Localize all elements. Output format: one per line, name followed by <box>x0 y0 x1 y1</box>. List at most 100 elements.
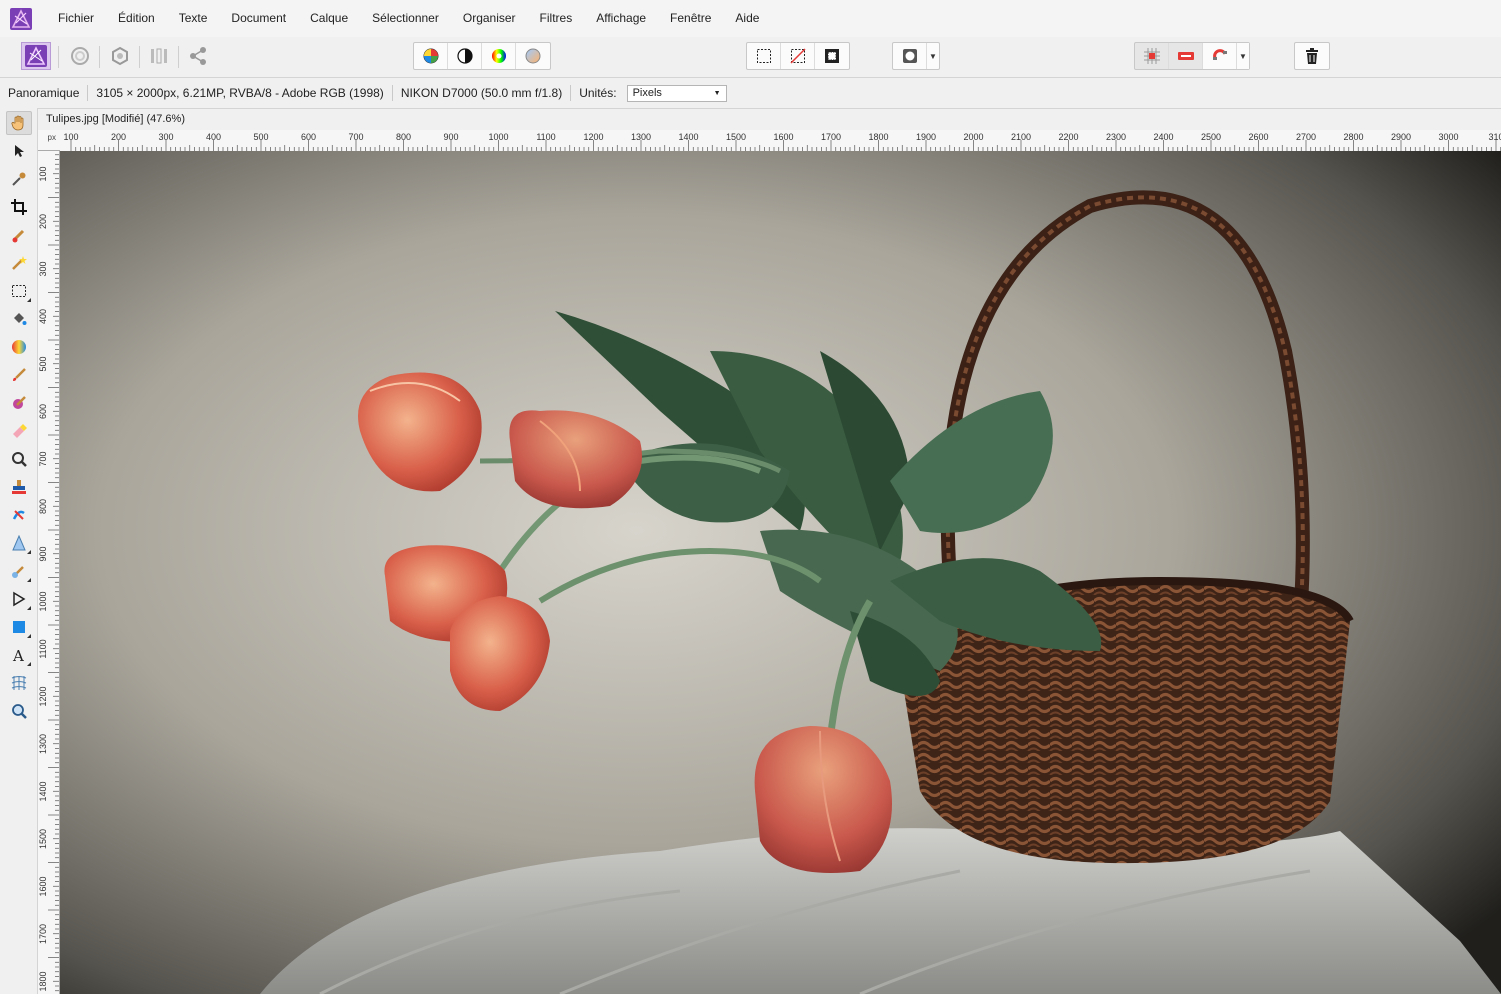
snapping-button[interactable] <box>1135 43 1169 69</box>
auto-levels-button[interactable] <box>414 43 448 69</box>
photo-persona-button[interactable] <box>21 42 51 70</box>
ruler-h-label: 2000 <box>963 132 983 142</box>
horizontal-ruler[interactable]: 100 200 300 400 500 600 700 800 900 1000 1100 1200 1… <box>60 130 1501 152</box>
pen-icon <box>13 591 26 607</box>
menu-affichage[interactable]: Affichage <box>584 0 658 37</box>
vertical-ruler[interactable]: 100 200 300 400 500 600 700 800 900 1000 1100 1200 1… <box>38 151 60 994</box>
develop-persona-button[interactable] <box>105 42 135 70</box>
ruler-v-label: 1200 <box>38 686 48 706</box>
ruler-v-label: 1700 <box>38 924 48 944</box>
tool-shape[interactable] <box>6 615 32 639</box>
tool-flood-fill[interactable] <box>6 307 32 331</box>
tool-move[interactable] <box>6 139 32 163</box>
menu-calque[interactable]: Calque <box>298 0 360 37</box>
tool-rectangle-marquee[interactable] <box>6 279 32 303</box>
ruler-h-label: 1800 <box>868 132 888 142</box>
flood-fill-icon <box>14 313 27 325</box>
document-canvas[interactable] <box>60 151 1501 994</box>
mesh-warp-icon <box>11 676 27 690</box>
menu-fenetre[interactable]: Fenêtre <box>658 0 723 37</box>
rectangle-marquee-icon <box>12 285 26 297</box>
quick-mask-icon <box>902 49 917 63</box>
quick-mask-dropdown[interactable]: ▼ <box>927 43 939 69</box>
auto-white-balance-button[interactable] <box>516 43 550 69</box>
toolbar-separator <box>58 46 59 68</box>
menu-edition[interactable]: Édition <box>106 0 167 37</box>
tool-clone-stamp[interactable] <box>6 475 32 499</box>
gradient-icon <box>12 340 26 354</box>
photo-tulips-in-basket <box>60 151 1501 994</box>
menu-selectionner[interactable]: Sélectionner <box>360 0 451 37</box>
ruler-h-label: 400 <box>206 132 221 142</box>
tool-blemish[interactable] <box>6 503 32 527</box>
tool-paint-brush[interactable] <box>6 363 32 387</box>
magnet-button[interactable] <box>1203 43 1237 69</box>
zoom-icon <box>12 704 27 719</box>
tool-sharpen[interactable] <box>6 531 32 555</box>
crop-icon <box>11 199 27 215</box>
ruler-h-label: 2300 <box>1106 132 1126 142</box>
menu-document[interactable]: Document <box>219 0 298 37</box>
liquify-persona-button[interactable] <box>65 42 95 70</box>
delete-button[interactable] <box>1295 43 1329 69</box>
photo-persona-icon <box>25 45 47 67</box>
auto-contrast-icon <box>456 48 473 64</box>
ruler-v-label: 300 <box>38 261 48 276</box>
export-persona-button[interactable] <box>183 42 213 70</box>
invert-selection-button[interactable] <box>815 43 849 69</box>
ruler-v-label: 500 <box>38 356 48 371</box>
auto-colors-button[interactable] <box>482 43 516 69</box>
tool-pen[interactable] <box>6 587 32 611</box>
menu-fichier[interactable]: Fichier <box>46 0 106 37</box>
tool-crop[interactable] <box>6 195 32 219</box>
tool-smudge[interactable] <box>6 559 32 583</box>
develop-persona-icon <box>112 46 128 66</box>
tool-selection-brush[interactable] <box>6 223 32 247</box>
tool-gradient[interactable] <box>6 335 32 359</box>
ruler-h-label: 2900 <box>1391 132 1411 142</box>
tool-color-picker[interactable] <box>6 167 32 191</box>
sharpen-icon <box>12 535 26 551</box>
tool-magic-wand[interactable] <box>6 251 32 275</box>
marquee-selection-button[interactable] <box>747 43 781 69</box>
tool-text[interactable]: A <box>6 643 32 667</box>
deselect-button[interactable] <box>781 43 815 69</box>
selection-brush-icon <box>12 229 25 243</box>
ruler-v-label: 400 <box>38 309 48 324</box>
toolbar: ▼ ▼ <box>0 37 1501 78</box>
export-persona-icon <box>190 47 206 65</box>
tone-mapping-persona-button[interactable] <box>144 42 174 70</box>
menu-aide[interactable]: Aide <box>723 0 771 37</box>
units-select[interactable]: Pixels ▼ <box>626 84 727 102</box>
menu-organiser[interactable]: Organiser <box>451 0 528 37</box>
ruler-h-label: 1300 <box>631 132 651 142</box>
document-tab[interactable]: Tulipes.jpg [Modifié] (47.6%) <box>38 110 193 129</box>
clone-stamp-icon <box>12 480 26 494</box>
tool-mesh-warp[interactable] <box>6 671 32 695</box>
text-icon: A <box>12 647 24 663</box>
tool-pixel-brush[interactable] <box>6 391 32 415</box>
ruler-v-label: 1800 <box>38 971 48 991</box>
assistant-icon <box>1177 52 1194 60</box>
ruler-h-label: 900 <box>443 132 458 142</box>
auto-contrast-button[interactable] <box>448 43 482 69</box>
tool-hand[interactable] <box>6 111 32 135</box>
horizontal-ruler-ticks: 100 200 300 400 500 600 700 800 900 1000 1100 1200 1… <box>63 132 1501 151</box>
tool-eraser[interactable] <box>6 419 32 443</box>
color-picker-icon <box>12 172 26 186</box>
snapping-dropdown[interactable]: ▼ <box>1237 43 1249 69</box>
ruler-v-label: 100 <box>38 166 48 181</box>
units-label: Unités: <box>579 86 617 100</box>
menu-filtres[interactable]: Filtres <box>528 0 585 37</box>
quick-mask-button[interactable] <box>893 43 927 69</box>
assistant-button[interactable] <box>1169 43 1203 69</box>
tool-zoom[interactable] <box>6 699 32 723</box>
affinity-photo-logo-icon[interactable] <box>10 7 32 30</box>
deselect-icon <box>789 48 806 64</box>
tool-dodge[interactable] <box>6 447 32 471</box>
hand-icon <box>11 115 24 131</box>
ruler-h-label: 300 <box>158 132 173 142</box>
auto-adjust-group <box>413 42 551 70</box>
move-icon <box>15 145 24 157</box>
menu-texte[interactable]: Texte <box>167 0 220 37</box>
